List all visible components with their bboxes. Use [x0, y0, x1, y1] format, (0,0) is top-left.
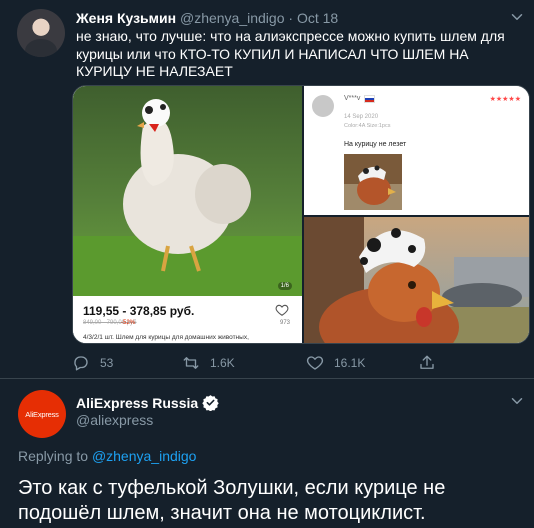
review-date: 14 Sep 2020 — [344, 114, 379, 120]
reply-count: 53 — [100, 356, 114, 370]
tweet-header: Женя Кузьмин @zhenya_indigo · Oct 18 — [76, 10, 338, 26]
reply-text: Это как с туфелькой Золушки, если курице… — [18, 477, 446, 524]
replying-to-link[interactable]: @zhenya_indigo — [92, 448, 197, 464]
like-count: 16.1K — [334, 356, 366, 370]
image-pager: 1/6 — [277, 282, 292, 290]
author-avatar[interactable] — [17, 9, 65, 57]
review-text: На курицу не лезет — [344, 141, 407, 148]
review-screenshot[interactable]: V***v ★★★★★ 14 Sep 2020 Color:4A Size:1p… — [304, 86, 529, 215]
reply-author[interactable]: AliExpress Russia — [76, 394, 219, 411]
retweet-count: 1.6K — [210, 356, 235, 370]
review-meta: Color:4A Size:1pcs — [344, 123, 391, 129]
replying-prefix: Replying to — [18, 448, 89, 464]
russia-flag-icon — [364, 95, 375, 103]
chicken-photo — [73, 86, 302, 296]
chicken-helmet-photo[interactable] — [304, 217, 529, 343]
replying-to: Replying to @zhenya_indigo — [18, 448, 196, 464]
review-photo-thumbnail — [344, 154, 402, 210]
reply-author-name[interactable]: AliExpress Russia — [76, 395, 198, 411]
aliexpress-logo-text: AliExpress — [25, 409, 59, 419]
tweet-media-grid[interactable]: 1/6 119,55 - 378,85 руб. 849,00 - 790,00… — [72, 85, 530, 344]
reply-icon — [74, 356, 88, 371]
like-button[interactable]: 16.1K — [306, 354, 365, 372]
product-description: 4/3/2/1 шт. Шлем для курицы для домашних… — [83, 334, 249, 341]
retweet-icon — [183, 357, 199, 369]
reply-button[interactable]: 53 — [72, 354, 113, 372]
reviewer-name: V***v — [344, 95, 361, 102]
aliexpress-avatar[interactable]: AliExpress — [18, 390, 66, 438]
product-card-image[interactable]: 1/6 119,55 - 378,85 руб. 849,00 - 790,00… — [73, 86, 302, 343]
share-button[interactable] — [418, 354, 446, 372]
product-likes: 973 — [279, 320, 290, 326]
header-separator: · — [284, 10, 297, 26]
verified-badge-icon — [202, 395, 219, 411]
chevron-down-icon[interactable] — [508, 392, 526, 410]
tweet-text: не знаю, что лучше: что на алиэкспрессе … — [76, 28, 505, 79]
tweet-separator — [0, 378, 534, 379]
product-price: 119,55 - 378,85 руб. — [83, 304, 195, 318]
author-name[interactable]: Женя Кузьмин — [76, 10, 176, 26]
reviewer-avatar — [312, 95, 334, 117]
heart-icon — [306, 356, 324, 370]
wishlist-heart-icon — [275, 304, 289, 316]
share-icon — [420, 355, 434, 369]
rating-stars: ★★★★★ — [489, 96, 521, 103]
reply-author-handle[interactable]: @aliexpress — [76, 412, 153, 428]
tweet-date[interactable]: Oct 18 — [297, 10, 338, 26]
product-discount: -52% — [121, 320, 136, 326]
product-info: 119,55 - 378,85 руб. 849,00 - 790,00 руб… — [73, 296, 302, 343]
author-handle[interactable]: @zhenya_indigo — [180, 10, 285, 26]
retweet-button[interactable]: 1.6K — [182, 354, 235, 372]
chevron-down-icon[interactable] — [508, 8, 526, 26]
